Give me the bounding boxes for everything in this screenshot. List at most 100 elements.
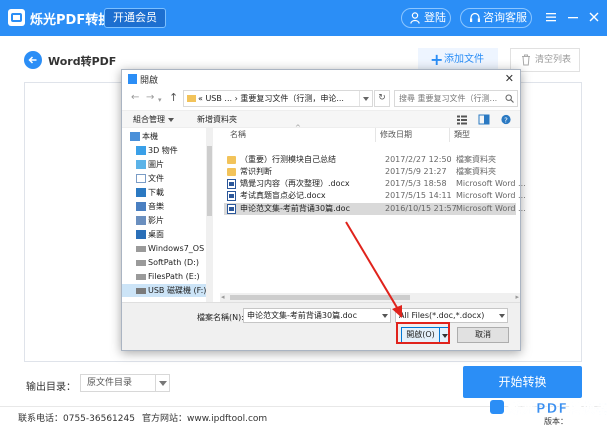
- file-name: 考试真题盲点必记.docx: [240, 191, 326, 200]
- help-icon[interactable]: ?: [500, 114, 512, 125]
- word-document-icon: [227, 179, 236, 189]
- up-arrow-icon[interactable]: ↑: [169, 92, 178, 103]
- word-document-icon: [227, 191, 236, 201]
- nav-item-music[interactable]: 音樂: [134, 200, 206, 213]
- chevron-down-icon[interactable]: [497, 309, 507, 322]
- search-icon: [505, 94, 514, 103]
- preview-pane-icon[interactable]: [478, 114, 490, 125]
- search-placeholder: 搜尋 重要复习文件（行测...: [399, 94, 498, 103]
- customer-service-button[interactable]: 咨询客服: [460, 8, 532, 28]
- word-document-icon: [227, 204, 236, 214]
- menu-icon[interactable]: [545, 11, 557, 23]
- nav-item-drive-c[interactable]: Windows7_OS (C: [134, 242, 206, 255]
- column-header-modified[interactable]: 修改日期: [380, 129, 412, 140]
- new-folder-button[interactable]: 新增資料夾: [197, 114, 237, 125]
- file-row[interactable]: 常识判断 2017/5/9 21:27 檔案資料夾: [224, 166, 516, 178]
- file-row-selected[interactable]: 申论范文集-考前背诵30篇.doc 2016/10/15 21:57 Micro…: [224, 203, 526, 215]
- search-input[interactable]: 搜尋 重要复习文件（行测...: [394, 90, 518, 107]
- nav-item-drive-d[interactable]: SoftPath (D:): [134, 256, 206, 269]
- output-dir-value: 原文件目录: [87, 378, 133, 388]
- folder-icon: [227, 156, 236, 164]
- file-row[interactable]: 考试真题盲点必记.docx 2017/5/15 14:11 Microsoft …: [224, 190, 526, 202]
- file-name: 矯覺习内容（再次整理）.docx: [240, 179, 350, 188]
- dialog-nav-pane: 本機 3D 物件 圖片 文件 下載 音樂 影片 桌面 Windows7_OS S…: [122, 128, 206, 302]
- login-button[interactable]: 登陆: [401, 8, 451, 28]
- vip-button[interactable]: 开通会员: [104, 8, 166, 28]
- address-dropdown-icon[interactable]: [359, 91, 372, 106]
- nav-item-label: 圖片: [148, 160, 164, 169]
- file-type: 檔案資料夾: [456, 167, 496, 176]
- filename-input[interactable]: 申论范文集-考前背诵30篇.doc: [243, 308, 391, 323]
- headset-icon: [470, 12, 480, 22]
- column-header-type[interactable]: 類型: [454, 129, 470, 140]
- svg-text:?: ?: [504, 115, 508, 124]
- forward-arrow-icon[interactable]: →: [146, 93, 154, 103]
- computer-icon: [130, 132, 140, 141]
- trash-icon: [522, 54, 530, 66]
- output-dir-select[interactable]: 原文件目录: [80, 374, 170, 392]
- app-titlebar: 烁光PDF转换器 开通会员 登陆 咨询客服: [0, 0, 607, 36]
- start-convert-button[interactable]: 开始转换: [463, 366, 582, 398]
- address-bar[interactable]: « USB ... › 重要复习文件（行测，申论...: [183, 90, 373, 107]
- file-name: （重要）行测模块自己总结: [240, 155, 336, 164]
- usb-drive-icon: [136, 288, 146, 294]
- file-date: 2017/5/3 18:58: [385, 179, 447, 188]
- organize-menu[interactable]: 組合管理: [133, 114, 174, 125]
- nav-item-label: 下載: [148, 188, 164, 197]
- refresh-icon[interactable]: ↻: [374, 90, 390, 107]
- clear-list-label: 清空列表: [535, 55, 572, 65]
- nav-item-desktop[interactable]: 桌面: [134, 228, 206, 241]
- download-icon: [136, 188, 146, 197]
- nav-item-videos[interactable]: 影片: [134, 214, 206, 227]
- nav-item-downloads[interactable]: 下載: [134, 186, 206, 199]
- nav-item-label: 桌面: [148, 230, 164, 239]
- drive-icon: [136, 274, 146, 280]
- address-text: « USB ... › 重要复习文件（行测，申论...: [198, 94, 344, 103]
- view-options-icon[interactable]: [456, 114, 468, 125]
- back-button[interactable]: [24, 51, 42, 69]
- nav-item-label: 本機: [142, 132, 158, 141]
- app-logo-icon: [8, 9, 25, 26]
- dialog-title: 開啟: [140, 76, 159, 86]
- file-row[interactable]: 矯覺习内容（再次整理）.docx 2017/5/3 18:58 Microsof…: [224, 178, 526, 190]
- file-row[interactable]: （重要）行测模块自己总结 2017/2/27 12:50 檔案資料夾: [224, 154, 516, 166]
- watermark-text: 烁光PDF转换器: [508, 402, 607, 418]
- drive-icon: [136, 246, 146, 252]
- nav-item-3d-objects[interactable]: 3D 物件: [134, 144, 206, 157]
- files-horizontal-scrollbar[interactable]: ◂ ▸: [220, 293, 520, 302]
- cube-icon: [136, 146, 146, 155]
- file-date: 2017/2/27 12:50: [385, 155, 452, 164]
- chevron-down-icon[interactable]: [380, 309, 390, 322]
- file-date: 2016/10/15 21:57: [385, 204, 457, 213]
- nav-item-pictures[interactable]: 圖片: [134, 158, 206, 171]
- nav-item-label: 3D 物件: [148, 146, 178, 155]
- back-arrow-icon[interactable]: ←: [131, 93, 139, 103]
- filetype-select[interactable]: All Files(*.doc,*.docx): [395, 308, 508, 323]
- dialog-titlebar: 開啟 ✕: [122, 70, 520, 88]
- nav-item-label: 影片: [148, 216, 164, 225]
- nav-item-this-pc[interactable]: 本機: [128, 130, 206, 143]
- chevron-down-icon: [155, 375, 169, 391]
- scroll-right-icon[interactable]: ▸: [515, 293, 519, 302]
- nav-item-documents[interactable]: 文件: [134, 172, 206, 185]
- file-type: 檔案資料夾: [456, 155, 496, 164]
- filename-label: 檔案名稱(N):: [197, 313, 244, 322]
- nav-item-usb-drive[interactable]: USB 磁碟機 (F:): [122, 284, 206, 297]
- folder-icon: [187, 95, 196, 102]
- cancel-button[interactable]: 取消: [457, 327, 509, 343]
- footer-website[interactable]: 官方网站：www.ipdftool.com: [142, 411, 267, 424]
- column-header-name[interactable]: 名稱: [230, 129, 246, 140]
- close-icon[interactable]: [588, 11, 600, 23]
- dialog-files-pane: ^ 名稱 修改日期 類型 （重要）行测模块自己总结 2017/2/27 12:5…: [220, 124, 526, 302]
- nav-pane-scrollbar[interactable]: [206, 128, 213, 302]
- page-title: Word转PDF: [48, 55, 117, 68]
- minimize-icon[interactable]: [567, 11, 579, 23]
- scroll-left-icon[interactable]: ◂: [221, 293, 225, 302]
- file-type: Microsoft Word ...: [456, 204, 526, 213]
- dialog-close-icon[interactable]: ✕: [505, 73, 514, 84]
- filetype-value: All Files(*.doc,*.docx): [399, 311, 485, 320]
- user-icon: [410, 12, 420, 24]
- nav-item-drive-e[interactable]: FilesPath (E:): [134, 270, 206, 283]
- recent-chevron-icon[interactable]: ▾: [158, 95, 162, 105]
- nav-item-label: Windows7_OS (C: [148, 244, 206, 253]
